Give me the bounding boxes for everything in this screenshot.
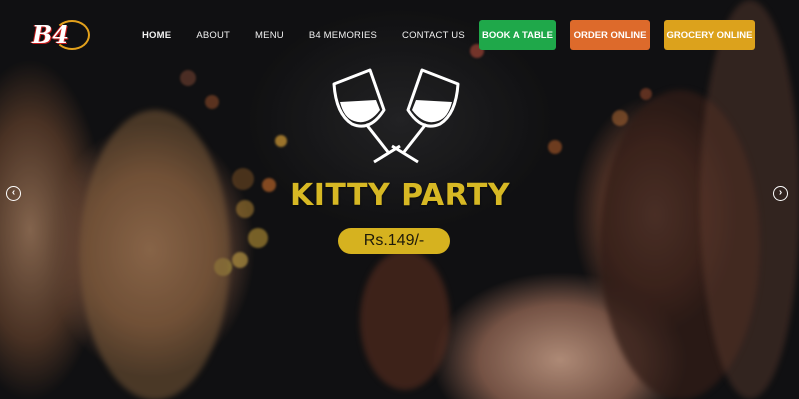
main-nav: HOME ABOUT MENU B4 MEMORIES CONTACT US xyxy=(142,30,490,41)
nav-contact-us[interactable]: CONTACT US xyxy=(402,30,465,41)
arrow-right-circle-icon[interactable]: › xyxy=(773,186,788,201)
order-online-button[interactable]: ORDER ONLINE xyxy=(570,20,650,50)
nav-b4-memories[interactable]: B4 MEMORIES xyxy=(309,30,377,41)
nav-home[interactable]: HOME xyxy=(142,30,171,41)
arrow-left-circle-icon[interactable]: ‹ xyxy=(6,186,21,201)
wine-glasses-cheers-icon xyxy=(332,68,460,164)
hero-title: KITTY PARTY xyxy=(289,178,511,213)
nav-about[interactable]: ABOUT xyxy=(196,30,230,41)
grocery-online-button[interactable]: GROCERY ONLINE xyxy=(664,20,755,50)
nav-menu[interactable]: MENU xyxy=(255,30,284,41)
logo[interactable]: B4 xyxy=(30,16,90,54)
logo-text: B4 xyxy=(32,20,69,49)
book-a-table-button[interactable]: BOOK A TABLE xyxy=(479,20,556,50)
price-badge: Rs.149/- xyxy=(338,228,450,254)
